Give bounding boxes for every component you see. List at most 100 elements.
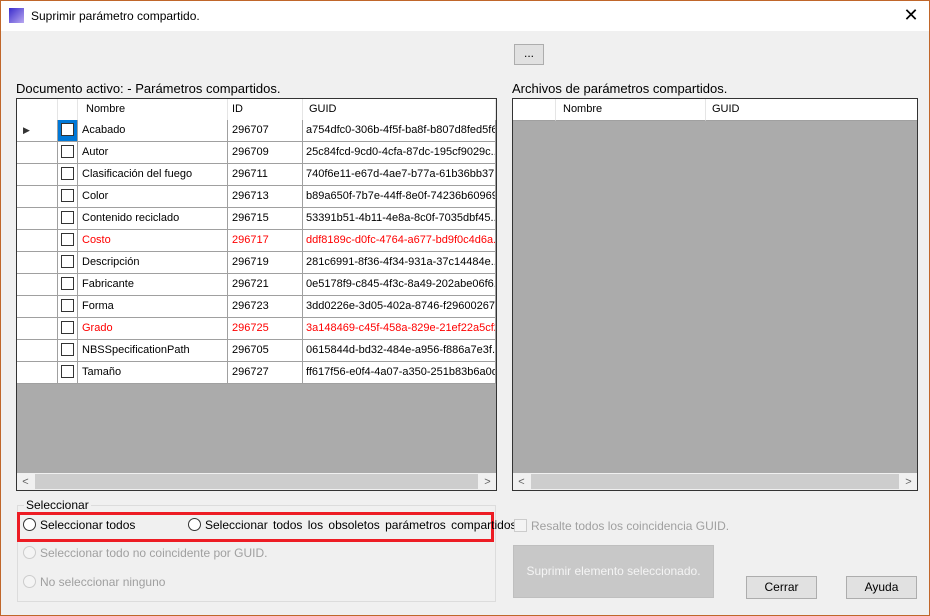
radio-select-all[interactable]: Seleccionar todos: [23, 518, 135, 532]
checkbox-icon: [514, 519, 527, 532]
cell-nombre: Autor: [78, 142, 228, 164]
horizontal-scrollbar[interactable]: < >: [513, 473, 917, 490]
horizontal-scrollbar[interactable]: < >: [17, 473, 496, 490]
checkbox-icon[interactable]: [61, 167, 74, 180]
checkbox-icon[interactable]: [61, 145, 74, 158]
help-button[interactable]: Ayuda: [846, 576, 917, 599]
row-header[interactable]: [17, 142, 58, 164]
table-row[interactable]: Fabricante 296721 0e5178f9-c845-4f3c-8a49-…: [17, 274, 496, 296]
cell-guid: ff617f56-e0f4-4a07-a350-251b83b6a0df: [303, 362, 496, 384]
scroll-right-icon[interactable]: >: [479, 476, 496, 488]
scroll-thumb[interactable]: [35, 474, 478, 489]
title-bar: Suprimir parámetro compartido. ✕: [1, 1, 929, 31]
row-header[interactable]: [17, 340, 58, 362]
close-button[interactable]: Cerrar: [746, 576, 817, 599]
table-row[interactable]: Descripción 296719 281c6991-8f36-4f34-931a…: [17, 252, 496, 274]
row-checkbox[interactable]: [58, 362, 78, 384]
column-header-guid[interactable]: GUID: [303, 99, 496, 121]
radio-label: No seleccionar ninguno: [40, 575, 166, 589]
column-header-guid[interactable]: GUID: [706, 99, 917, 121]
table-row[interactable]: Color 296713 b89a650f-7b7e-44ff-8e0f-74236…: [17, 186, 496, 208]
row-header[interactable]: [17, 164, 58, 186]
row-checkbox[interactable]: [58, 120, 78, 142]
checkbox-icon[interactable]: [61, 277, 74, 290]
checkbox-icon[interactable]: [61, 365, 74, 378]
row-header[interactable]: [17, 208, 58, 230]
cell-nombre: Grado: [78, 318, 228, 340]
row-header[interactable]: [17, 186, 58, 208]
table-row[interactable]: ▶ Acabado 296707 a754dfc0-306b-4f5f-ba8f-b8…: [17, 120, 496, 142]
table-row[interactable]: Contenido reciclado 296715 53391b51-4b11-4…: [17, 208, 496, 230]
row-checkbox[interactable]: [58, 274, 78, 296]
dialog-window: Suprimir parámetro compartido. ✕ ... Doc…: [0, 0, 930, 616]
table-row[interactable]: Costo 296717 ddf8189c-d0fc-4764-a677-bd9f0…: [17, 230, 496, 252]
scroll-left-icon[interactable]: <: [513, 476, 530, 488]
cell-id: 296713: [228, 186, 303, 208]
cell-nombre: Descripción: [78, 252, 228, 274]
cell-nombre: Acabado: [78, 120, 228, 142]
checkbox-icon[interactable]: [61, 189, 74, 202]
checkbox-icon[interactable]: [61, 343, 74, 356]
radio-select-none: No seleccionar ninguno: [23, 575, 165, 589]
checkbox-icon[interactable]: [61, 255, 74, 268]
cell-guid: 53391b51-4b11-4e8a-8c0f-7035dbf45...: [303, 208, 496, 230]
table-row[interactable]: Autor 296709 25c84fcd-9cd0-4cfa-87dc-195cf…: [17, 142, 496, 164]
cell-guid: b89a650f-7b7e-44ff-8e0f-74236b609694: [303, 186, 496, 208]
close-icon[interactable]: ✕: [901, 5, 921, 26]
row-checkbox[interactable]: [58, 142, 78, 164]
select-group-label: Seleccionar: [24, 498, 91, 512]
cell-guid: 3dd0226e-3d05-402a-8746-f29600267...: [303, 296, 496, 318]
window-title: Suprimir parámetro compartido.: [31, 9, 200, 23]
column-header-nombre[interactable]: Nombre: [556, 99, 706, 121]
table-row[interactable]: Forma 296723 3dd0226e-3d05-402a-8746-f2960…: [17, 296, 496, 318]
row-checkbox[interactable]: [58, 252, 78, 274]
radio-icon[interactable]: [23, 518, 36, 531]
cell-id: 296715: [228, 208, 303, 230]
row-header[interactable]: ▶: [17, 120, 58, 142]
browse-button[interactable]: ...: [514, 44, 544, 65]
radio-icon: [23, 546, 36, 559]
checkbox-icon[interactable]: [61, 321, 74, 334]
checkbox-icon[interactable]: [61, 211, 74, 224]
table-row[interactable]: Tamaño 296727 ff617f56-e0f4-4a07-a350-251b…: [17, 362, 496, 384]
column-header-nombre[interactable]: Nombre: [78, 99, 228, 121]
radio-label: Seleccionar todos los obsoletos parámetr…: [205, 518, 520, 532]
row-checkbox[interactable]: [58, 230, 78, 252]
row-checkbox[interactable]: [58, 340, 78, 362]
scroll-thumb[interactable]: [531, 474, 899, 489]
checkbox-icon[interactable]: [61, 123, 74, 136]
scroll-left-icon[interactable]: <: [17, 476, 34, 488]
shared-files-grid[interactable]: Nombre GUID < >: [512, 98, 918, 491]
row-header[interactable]: [17, 296, 58, 318]
row-checkbox[interactable]: [58, 318, 78, 340]
row-checkbox[interactable]: [58, 296, 78, 318]
row-header[interactable]: [17, 230, 58, 252]
app-icon: [9, 8, 24, 23]
row-header[interactable]: [17, 252, 58, 274]
row-checkbox[interactable]: [58, 164, 78, 186]
row-header[interactable]: [17, 362, 58, 384]
table-row[interactable]: Grado 296725 3a148469-c45f-458a-829e-21ef2…: [17, 318, 496, 340]
scroll-right-icon[interactable]: >: [900, 476, 917, 488]
table-row[interactable]: Clasificación del fuego 296711 740f6e11-e6…: [17, 164, 496, 186]
row-header[interactable]: [17, 318, 58, 340]
table-row[interactable]: NBSSpecificationPath 296705 0615844d-bd32-…: [17, 340, 496, 362]
checkbox-icon[interactable]: [61, 233, 74, 246]
column-header-id[interactable]: ID: [228, 99, 303, 121]
row-checkbox[interactable]: [58, 208, 78, 230]
cell-id: 296721: [228, 274, 303, 296]
cell-nombre: Clasificación del fuego: [78, 164, 228, 186]
radio-select-mismatch: Seleccionar todo no coincidente por GUID…: [23, 546, 267, 560]
row-checkbox[interactable]: [58, 186, 78, 208]
highlight-guid-checkbox: Resalte todos los coincidencia GUID.: [514, 519, 729, 533]
delete-selected-button: Suprimir elemento seleccionado.: [513, 545, 714, 598]
active-document-grid[interactable]: Nombre ID GUID ▶ Acabado 296707 a754dfc0-30…: [16, 98, 497, 491]
current-row-icon: ▶: [23, 125, 30, 135]
radio-select-obsolete[interactable]: Seleccionar todos los obsoletos parámetr…: [188, 518, 520, 532]
row-header[interactable]: [17, 274, 58, 296]
radio-icon[interactable]: [188, 518, 201, 531]
checkbox-icon[interactable]: [61, 299, 74, 312]
cell-guid: a754dfc0-306b-4f5f-ba8f-b807d8fed5f6: [303, 120, 496, 142]
cell-nombre: Forma: [78, 296, 228, 318]
cell-id: 296709: [228, 142, 303, 164]
